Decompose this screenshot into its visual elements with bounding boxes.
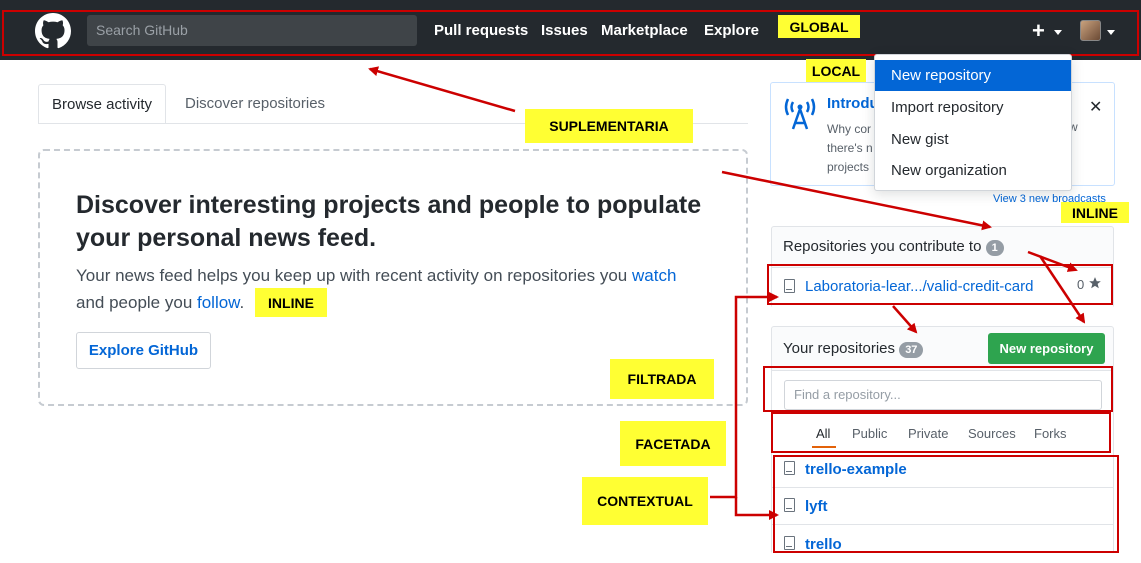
annotation-arrows	[368, 66, 1086, 520]
